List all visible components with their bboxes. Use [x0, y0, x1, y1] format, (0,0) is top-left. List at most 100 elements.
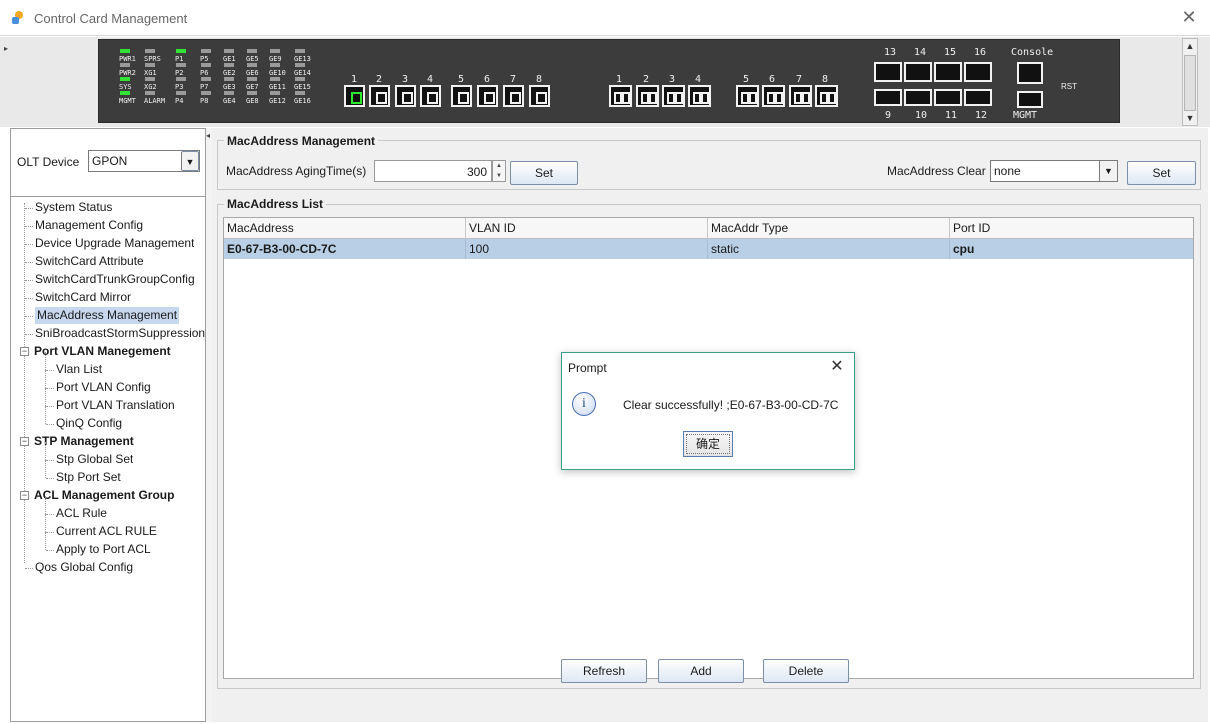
column-header-port[interactable]: Port ID [950, 218, 1193, 239]
console-port[interactable] [1017, 62, 1043, 84]
tree-branch-line [25, 226, 33, 227]
tree-item[interactable]: Stp Port Set [56, 469, 121, 486]
tree-branch-line [46, 514, 54, 515]
tree-branch-line [46, 478, 54, 479]
tree-collapse-icon[interactable]: − [20, 437, 29, 446]
tree-guide-line [45, 370, 46, 388]
pon-port[interactable] [815, 85, 838, 107]
column-header-vlan[interactable]: VLAN ID [466, 218, 708, 239]
olt-device-select[interactable]: GPON ▼ [88, 150, 200, 172]
led-label: P8 [200, 97, 209, 105]
led-label: SYS [119, 83, 132, 91]
info-icon: i [572, 392, 596, 416]
ge-label: GE3 [223, 83, 236, 91]
stepper-down-icon[interactable]: ▼ [493, 171, 505, 181]
dialog-close-icon[interactable]: ✕ [828, 356, 846, 376]
rj-port[interactable] [964, 62, 992, 82]
tree-item[interactable]: Port VLAN Translation [56, 397, 175, 414]
tree-item[interactable]: QinQ Config [56, 415, 122, 432]
tree-collapse-icon[interactable]: − [20, 347, 29, 356]
rj-port[interactable] [964, 89, 992, 106]
sfp-port[interactable] [344, 85, 365, 107]
splitter-arrow-icon[interactable]: ◂ [206, 131, 210, 140]
sfp-port[interactable] [420, 85, 441, 107]
sfp-port[interactable] [451, 85, 472, 107]
tree-item[interactable]: MacAddress Management [35, 307, 180, 324]
rj-port[interactable] [934, 89, 962, 106]
sfp-port[interactable] [529, 85, 550, 107]
chevron-down-icon[interactable]: ▼ [181, 151, 199, 171]
aging-time-input[interactable]: 300 [374, 160, 492, 182]
tree-branch-line [25, 208, 33, 209]
tree-collapse-icon[interactable]: − [20, 491, 29, 500]
pon-port[interactable] [762, 85, 785, 107]
tree-item[interactable]: SwitchCard Attribute [35, 253, 144, 270]
sfp-port[interactable] [477, 85, 498, 107]
rj-port[interactable] [934, 62, 962, 82]
tree-branch-line [46, 406, 54, 407]
tree-item[interactable]: Vlan List [56, 361, 102, 378]
pon-port[interactable] [662, 85, 685, 107]
scroll-thumb[interactable] [1184, 55, 1196, 111]
panel-scrollbar[interactable]: ▲ ▼ [1182, 38, 1198, 126]
rj-port-number: 15 [944, 47, 957, 58]
pon-port[interactable] [636, 85, 659, 107]
tree-item[interactable]: Current ACL RULE [56, 523, 157, 540]
tree-item[interactable]: SwitchCardTrunkGroupConfig [35, 271, 195, 288]
window-close-icon[interactable]: ✕ [1178, 6, 1200, 28]
tree-item[interactable]: SniBroadcastStormSuppression [35, 325, 205, 342]
status-led [201, 49, 211, 53]
aging-set-button[interactable]: Set [510, 161, 578, 185]
tree-item[interactable]: ACL Rule [56, 505, 107, 522]
pon-port[interactable] [789, 85, 812, 107]
ge-led [270, 49, 280, 53]
tree-item[interactable]: Apply to Port ACL [56, 541, 151, 558]
rj-port[interactable] [874, 62, 902, 82]
mac-clear-set-button[interactable]: Set [1127, 161, 1196, 185]
ge-led [247, 77, 257, 81]
refresh-button[interactable]: Refresh [561, 659, 647, 683]
dialog-ok-button[interactable]: 确定 [683, 431, 733, 457]
scroll-down-icon[interactable]: ▼ [1183, 111, 1197, 125]
column-header-type[interactable]: MacAddr Type [708, 218, 950, 239]
status-led [176, 49, 186, 53]
column-header-mac[interactable]: MacAddress [224, 218, 466, 239]
sfp-port-number: 8 [536, 74, 543, 85]
sfp-port[interactable] [395, 85, 416, 107]
tree-group-item[interactable]: Port VLAN Manegement [34, 343, 171, 360]
table-row[interactable]: E0-67-B3-00-CD-7C 100 static cpu [224, 239, 1193, 259]
aging-time-stepper[interactable]: ▲ ▼ [492, 160, 506, 182]
pon-port[interactable] [688, 85, 711, 107]
rj-port[interactable] [904, 62, 932, 82]
tree-item[interactable]: SwitchCard Mirror [35, 289, 131, 306]
tree-item[interactable]: Port VLAN Config [56, 379, 151, 396]
sfp-port[interactable] [369, 85, 390, 107]
ge-label: GE6 [246, 69, 259, 77]
tree-item[interactable]: Stp Global Set [56, 451, 133, 468]
cell-port-id: cpu [953, 242, 975, 256]
sfp-port[interactable] [503, 85, 524, 107]
tree-item[interactable]: System Status [35, 199, 112, 216]
mac-clear-select[interactable]: none ▼ [990, 160, 1118, 182]
panel-collapse-icon[interactable]: ▸ [4, 44, 10, 54]
rj-port[interactable] [904, 89, 932, 106]
ge-led [224, 49, 234, 53]
tree-group-item[interactable]: STP Management [34, 433, 134, 450]
tree-item[interactable]: Qos Global Config [35, 559, 133, 576]
pon-port[interactable] [609, 85, 632, 107]
pon-port[interactable] [736, 85, 759, 107]
scroll-up-icon[interactable]: ▲ [1183, 39, 1197, 53]
tree-item[interactable]: Device Upgrade Management [35, 235, 194, 252]
tree-item[interactable]: Management Config [35, 217, 143, 234]
mgmt-port[interactable] [1017, 91, 1043, 108]
chevron-down-icon[interactable]: ▼ [1099, 161, 1117, 181]
ge-led [247, 63, 257, 67]
ge-label: GE4 [223, 97, 236, 105]
tree-group-item[interactable]: ACL Management Group [34, 487, 174, 504]
rj-port[interactable] [874, 89, 902, 106]
ge-label: GE12 [269, 97, 286, 105]
ge-label: GE16 [294, 97, 311, 105]
stepper-up-icon[interactable]: ▲ [493, 161, 505, 171]
add-button[interactable]: Add [658, 659, 744, 683]
delete-button[interactable]: Delete [763, 659, 849, 683]
